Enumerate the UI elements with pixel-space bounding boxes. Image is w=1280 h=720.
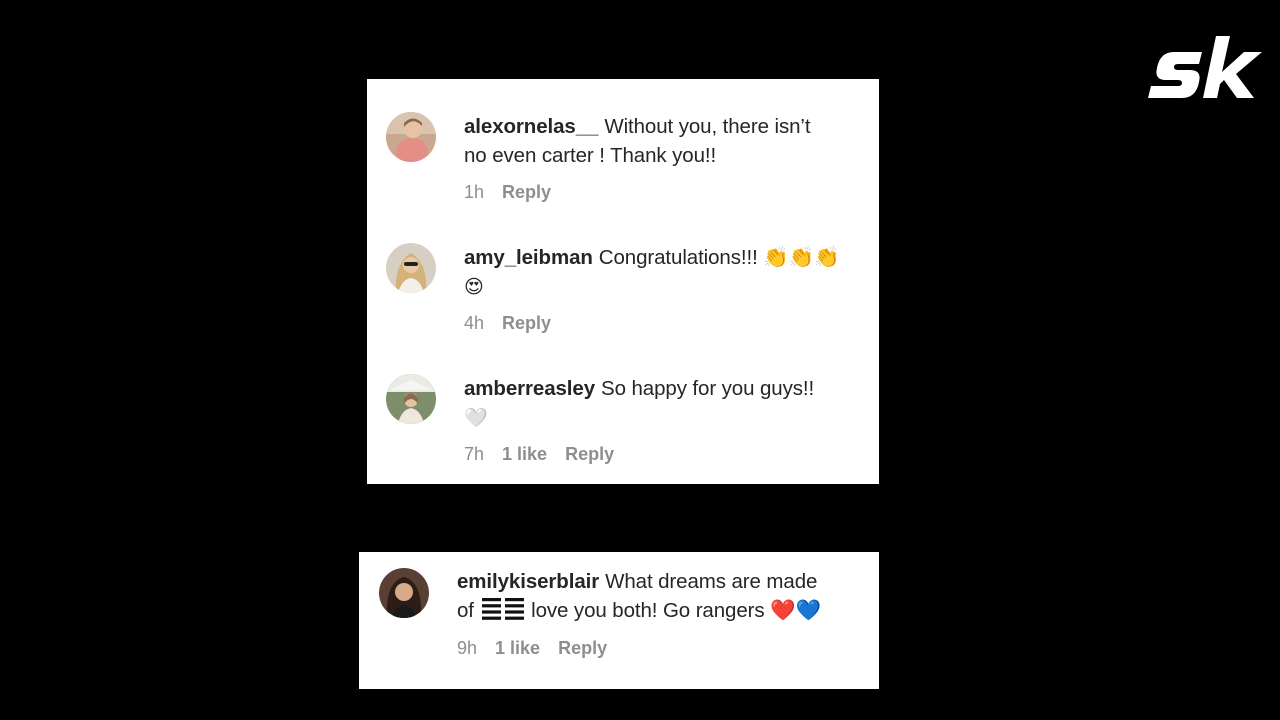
woman-dark-hair-avatar-icon (379, 568, 429, 618)
comment-text: Congratulations!!! 👏👏👏 (598, 246, 840, 269)
comment-body: amberreasley So happy for you guys!! 🤍 (464, 374, 864, 433)
comment-text: What dreams are made (605, 570, 818, 593)
comment-username[interactable]: amy_leibman (464, 246, 593, 269)
sportskeeda-logo (1148, 36, 1262, 98)
comment-username[interactable]: amberreasley (464, 377, 595, 400)
comment-time: 1h (464, 182, 485, 202)
likes-count[interactable]: 1 like (502, 444, 547, 465)
user-avatar[interactable] (386, 112, 436, 162)
comment-body: emilykiserblair What dreams are made of l… (457, 567, 867, 625)
comment-time: 4h (464, 313, 485, 333)
likes-count[interactable]: 1 like (495, 638, 540, 659)
screen: alexornelas__ Without you, there isn’t no… (0, 0, 1280, 720)
comment-username[interactable]: emilykiserblair (457, 570, 599, 593)
comment-meta: 7h 1 like Reply (464, 444, 614, 465)
comments-panel-top: alexornelas__ Without you, there isn’t no… (367, 79, 879, 484)
user-avatar[interactable] (379, 568, 429, 618)
comment-text: no even carter ! Thank you!! (464, 144, 717, 167)
user-avatar[interactable] (386, 243, 436, 293)
comment-text: Without you, there isn’t (604, 115, 811, 138)
user-avatar[interactable] (386, 374, 436, 424)
child-avatar-icon (386, 112, 436, 162)
comment-text: of (457, 599, 474, 622)
woman-avatar-icon (386, 243, 436, 293)
reply-button[interactable]: Reply (502, 313, 551, 334)
comment-time: 7h (464, 444, 485, 464)
comment-meta: 1h Reply (464, 182, 551, 203)
reply-button[interactable]: Reply (558, 638, 607, 659)
comment-meta: 9h 1 like Reply (457, 638, 607, 659)
comment-body: alexornelas__ Without you, there isn’t no… (464, 112, 864, 170)
comment-text: love you both! Go rangers ❤️💙 (531, 599, 821, 622)
white-heart-emoji: 🤍 (464, 407, 488, 429)
heart-eyes-emoji: 😍 (464, 276, 484, 298)
comments-panel-bottom: emilykiserblair What dreams are made of l… (359, 552, 879, 689)
reply-button[interactable]: Reply (502, 182, 551, 203)
usa-flag-emoji-icon (481, 598, 524, 620)
comment-username[interactable]: alexornelas__ (464, 115, 598, 138)
comment-text: So happy for you guys!! (601, 377, 815, 400)
woman-outdoor-avatar-icon (386, 374, 436, 424)
comment-time: 9h (457, 638, 478, 658)
reply-button[interactable]: Reply (565, 444, 614, 465)
comment-body: amy_leibman Congratulations!!! 👏👏👏 😍 (464, 243, 869, 302)
comment-meta: 4h Reply (464, 313, 551, 334)
